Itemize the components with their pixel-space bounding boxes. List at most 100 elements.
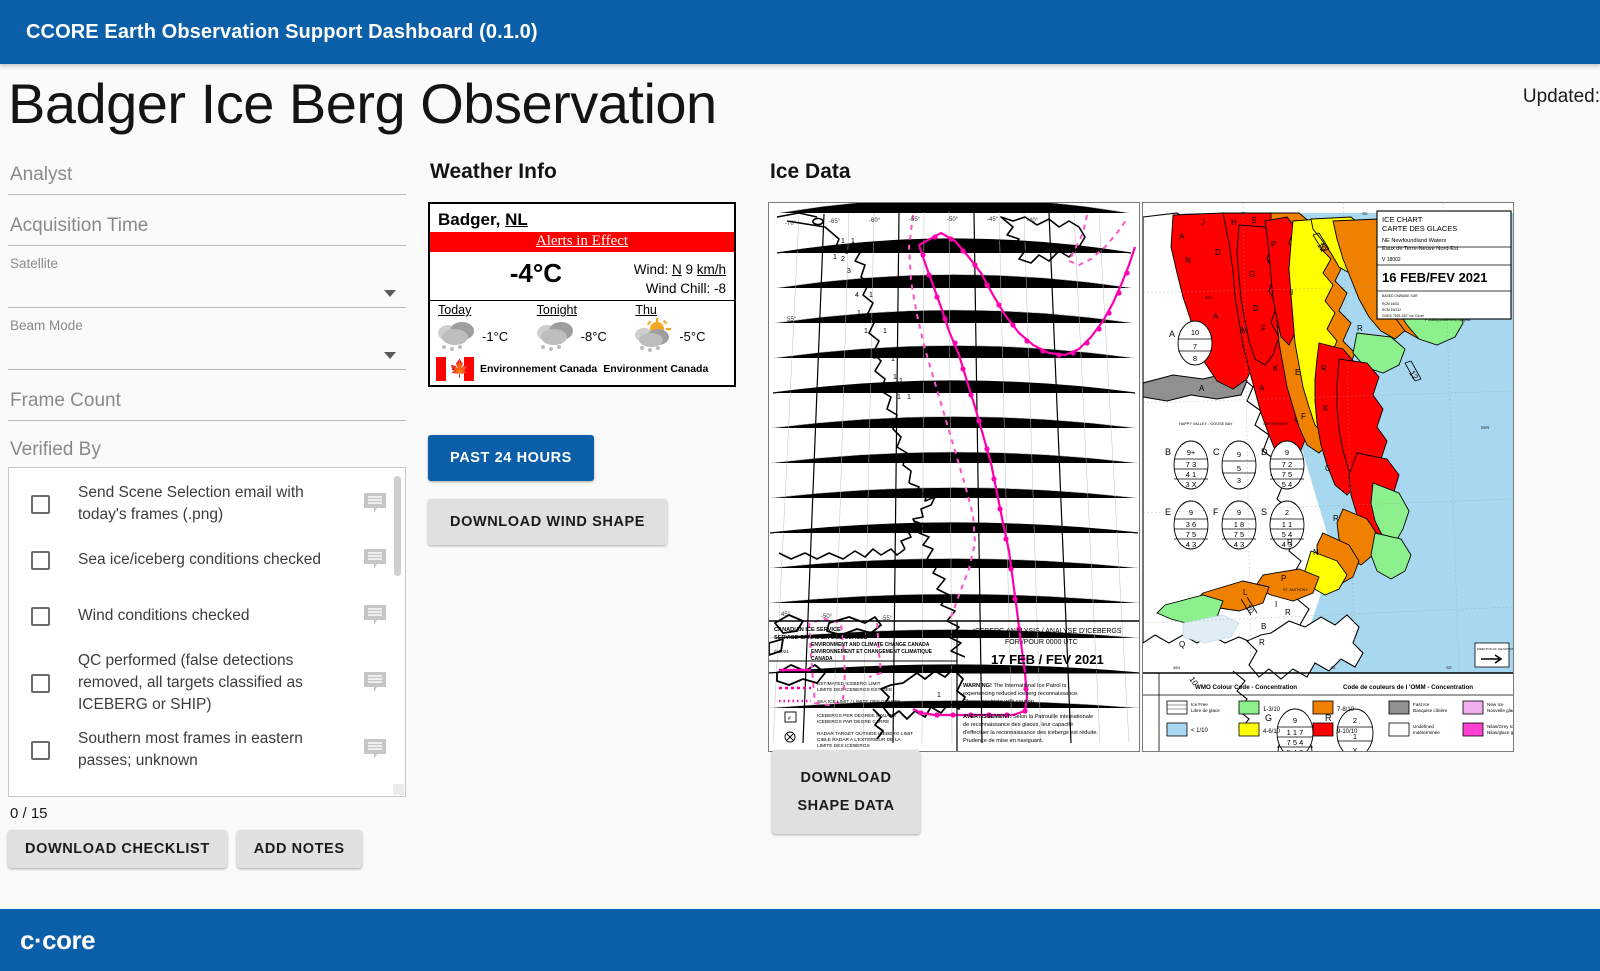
svg-text:D: D [1253, 304, 1259, 313]
add-notes-button[interactable]: ADD NOTES [237, 830, 362, 868]
svg-text:7 5: 7 5 [1282, 470, 1292, 479]
svg-text:2: 2 [873, 354, 877, 361]
scrollbar-thumb[interactable] [394, 476, 401, 576]
analyst-field[interactable]: Analyst [8, 150, 406, 195]
svg-text:-70°: -70° [785, 221, 797, 227]
svg-text:NE Newfoundland Waters: NE Newfoundland Waters [1382, 238, 1446, 244]
svg-text:N: N [1185, 256, 1191, 265]
columns-wrapper: Analyst Acquisition Time Satellite [0, 150, 1600, 868]
svg-text:7 5: 7 5 [1234, 530, 1244, 539]
checklist-item[interactable]: QC performed (false detections removed, … [9, 644, 405, 722]
past-24-hours-button[interactable]: PAST 24 HOURS [428, 435, 594, 481]
svg-text:X: X [1352, 746, 1357, 751]
weather-city: Badger, [438, 210, 505, 229]
analyst-placeholder: Analyst [8, 150, 406, 194]
svg-text:55°: 55° [787, 317, 797, 323]
svg-text:1: 1 [883, 328, 887, 335]
svg-text:Undefined: Undefined [1413, 724, 1434, 729]
svg-text:V 18002: V 18002 [1382, 257, 1401, 263]
svg-text:New Ice: New Ice [1487, 702, 1504, 707]
svg-text:1: 1 [907, 394, 911, 401]
svg-text:9: 9 [1293, 716, 1297, 725]
checklist-count: 0 / 15 [8, 797, 406, 830]
svg-text:3: 3 [847, 268, 851, 275]
comment-icon[interactable] [363, 492, 389, 516]
download-wind-shape-button[interactable]: DOWNLOAD WIND SHAPE [428, 499, 667, 545]
svg-text:ICEBERG LIMIT / LIMITE DES ICE: ICEBERG LIMIT / LIMITE DES ICEBERGS [817, 668, 909, 674]
download-checklist-button[interactable]: DOWNLOAD CHECKLIST [8, 830, 227, 868]
frame-count-field[interactable]: Frame Count [8, 370, 406, 421]
beam-mode-select[interactable]: Beam Mode [8, 308, 406, 370]
svg-text:BASED ON/BASE SUR: BASED ON/BASE SUR [1382, 294, 1418, 298]
forecast-day-temp: -5°C [677, 329, 705, 344]
satellite-select[interactable]: Satellite [8, 246, 406, 308]
svg-text:E: E [1295, 368, 1300, 377]
checklist-scroll-area[interactable]: Send Scene Selection email with today's … [9, 468, 405, 796]
observation-form: Analyst Acquisition Time Satellite [8, 150, 428, 868]
checkbox[interactable] [31, 551, 50, 570]
svg-text:1: 1 [937, 692, 941, 699]
download-shape-data-button[interactable]: DOWNLOAD SHAPE DATA [772, 750, 920, 834]
svg-text:16 FEB/FEV 2021: 16 FEB/FEV 2021 [1382, 270, 1488, 285]
checklist-item[interactable]: Southern most frames in eastern passes; … [9, 722, 405, 778]
svg-text:© 2021: © 2021 [774, 648, 789, 654]
checkbox[interactable] [31, 741, 50, 760]
svg-text:ICE CHART: ICE CHART [1382, 215, 1423, 224]
svg-text:-45°: -45° [987, 217, 999, 223]
svg-text:3 6: 3 6 [1186, 520, 1196, 529]
svg-text:-65°: -65° [829, 219, 841, 225]
svg-text:A: A [1259, 384, 1265, 393]
checklist-item[interactable]: Send Scene Selection email with today's … [9, 476, 405, 532]
svg-text:1: 1 [893, 374, 897, 381]
svg-text:Nouvelle glace: Nouvelle glace [1487, 708, 1513, 713]
forecast-day-temp: -8°C [579, 329, 607, 344]
weather-wind-chill: Wind Chill: -8 [634, 279, 726, 298]
svg-text:DIRECTION OF ICE MOTION: DIRECTION OF ICE MOTION [1477, 647, 1513, 651]
comment-icon[interactable] [363, 548, 389, 572]
acquisition-time-field[interactable]: Acquisition Time [8, 195, 406, 246]
svg-text:9: 9 [1237, 450, 1241, 459]
download-shape-line1: DOWNLOAD [801, 770, 892, 786]
weather-wind: Wind: N 9 km/h [634, 260, 726, 279]
svg-text:50N: 50N [1173, 666, 1180, 670]
svg-text:-45: -45 [1329, 665, 1336, 670]
svg-text:7 2: 7 2 [1282, 460, 1292, 469]
checklist-item-label: QC performed (false detections removed, … [78, 650, 351, 716]
svg-text:8: 8 [1193, 354, 1197, 363]
weather-province: NL [505, 210, 528, 229]
checklist-item[interactable]: Wind conditions checked [9, 588, 405, 644]
svg-text:4: 4 [855, 292, 859, 299]
svg-text:ENVIRONNEMENT ET CHANGEMENT CL: ENVIRONNEMENT ET CHANGEMENT CLIMATIQUE [811, 649, 933, 655]
svg-text:P: P [1271, 240, 1276, 249]
svg-text:CANADIAN ICE SERVICE: CANADIAN ICE SERVICE [774, 627, 841, 633]
checkbox[interactable] [31, 674, 50, 693]
svg-text:RCM 16/02: RCM 16/02 [1382, 302, 1399, 306]
wind-label: Wind: [634, 262, 672, 277]
iceberg-analysis-chart[interactable]: 11 123 41 111 21 11 11 1 -7 [768, 202, 1140, 752]
checklist-container[interactable]: Send Scene Selection email with today's … [8, 467, 406, 797]
svg-text:K: K [1273, 364, 1279, 373]
checklist-scrollbar[interactable] [396, 472, 403, 776]
checklist-item[interactable]: Sea ice/iceberg conditions checked [9, 532, 405, 588]
svg-text:M: M [1241, 326, 1248, 335]
svg-text:SEA ICE LIMIT / LIMITE DES GLA: SEA ICE LIMIT / LIMITE DES GLACES [817, 699, 901, 705]
comment-icon[interactable] [363, 738, 389, 762]
satellite-select-row[interactable] [8, 271, 406, 307]
satellite-label: Satellite [8, 246, 406, 271]
checkbox[interactable] [31, 607, 50, 626]
ice-concentration-chart[interactable]: 1078 9+7 34 13 X 953 97 27 55 4 93 67 54… [1142, 202, 1514, 752]
scroll-corner [393, 784, 404, 795]
weather-widget[interactable]: Badger, NL Alerts in Effect -4°C Wind: N… [428, 202, 736, 387]
weather-alert-banner[interactable]: Alerts in Effect [430, 232, 734, 252]
wind-direction: N [672, 262, 682, 277]
wind-speed: 9 [682, 262, 697, 277]
comment-icon[interactable] [363, 604, 389, 628]
svg-text:Code de couleurs de l 'OMM - C: Code de couleurs de l 'OMM - Concentrati… [1343, 684, 1473, 691]
svg-text:Eaux de Terre-Neuve Nord-Est: Eaux de Terre-Neuve Nord-Est [1382, 246, 1459, 252]
comment-icon[interactable] [363, 671, 389, 695]
svg-text:R: R [1325, 713, 1332, 723]
svg-text:ICEBERGS PER DEGREE SQUARE: ICEBERGS PER DEGREE SQUARE [817, 713, 896, 719]
svg-text:D: D [1215, 248, 1221, 257]
beam-mode-select-row[interactable] [8, 333, 406, 369]
checkbox[interactable] [31, 495, 50, 514]
